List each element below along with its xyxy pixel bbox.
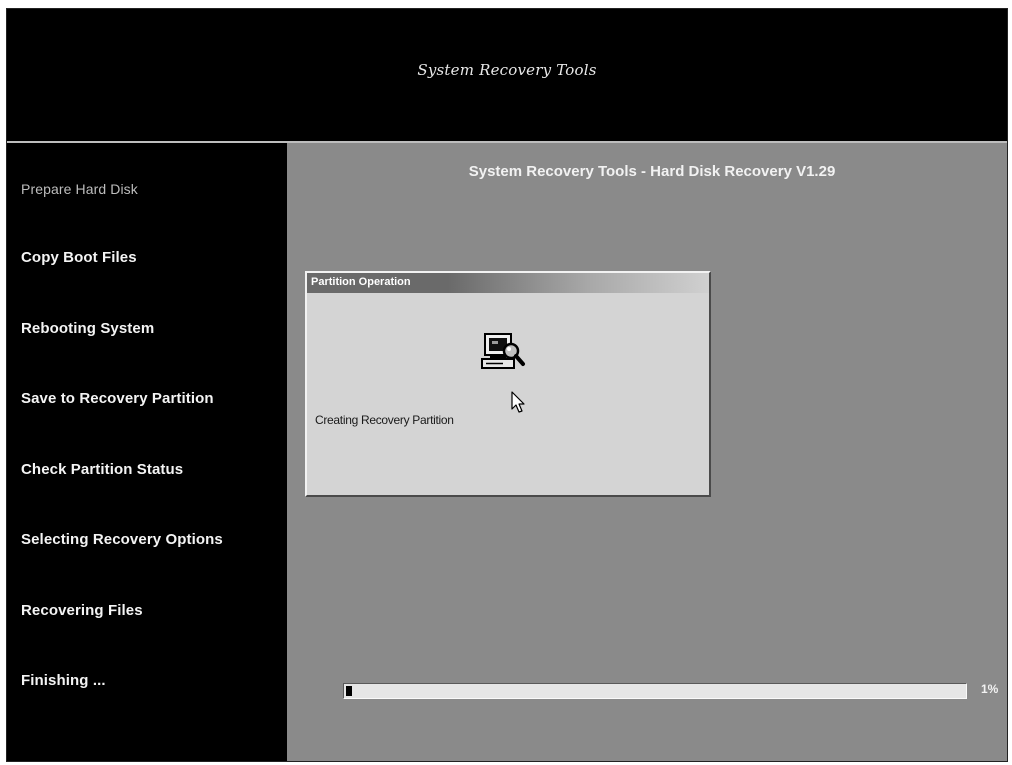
steps-sidebar: Prepare Hard Disk Copy Boot Files Reboot… <box>7 143 287 761</box>
step-finishing: Finishing ... <box>21 672 106 689</box>
step-check-partition-status: Check Partition Status <box>21 461 184 478</box>
mouse-pointer-icon <box>511 391 525 413</box>
recovery-screen: System Recovery Tools Prepare Hard Disk … <box>6 8 1008 762</box>
dialog-titlebar: Partition Operation <box>307 273 709 293</box>
step-recovering-files: Recovering Files <box>21 602 143 619</box>
recovery-progress-bar <box>343 683 967 699</box>
app-title: System Recovery Tools <box>417 61 597 79</box>
main-title: System Recovery Tools - Hard Disk Recove… <box>468 163 836 180</box>
header-banner: System Recovery Tools <box>7 9 1007 143</box>
operation-status-text: Creating Recovery Partition <box>315 413 454 427</box>
dialog-title: Partition Operation <box>311 276 411 288</box>
computer-search-icon <box>481 333 525 369</box>
step-selecting-recovery-options: Selecting Recovery Options <box>21 531 223 548</box>
step-prepare-hard-disk: Prepare Hard Disk <box>21 181 138 197</box>
progress-fill <box>346 686 352 696</box>
main-panel: System Recovery Tools - Hard Disk Recove… <box>287 143 1007 761</box>
progress-percent-label: 1% <box>981 682 999 696</box>
partition-operation-dialog: Partition Operation Creating Recovery Pa… <box>305 271 711 497</box>
step-copy-boot-files: Copy Boot Files <box>21 249 137 266</box>
step-save-to-recovery-partition: Save to Recovery Partition <box>21 390 214 407</box>
step-rebooting-system: Rebooting System <box>21 320 155 337</box>
